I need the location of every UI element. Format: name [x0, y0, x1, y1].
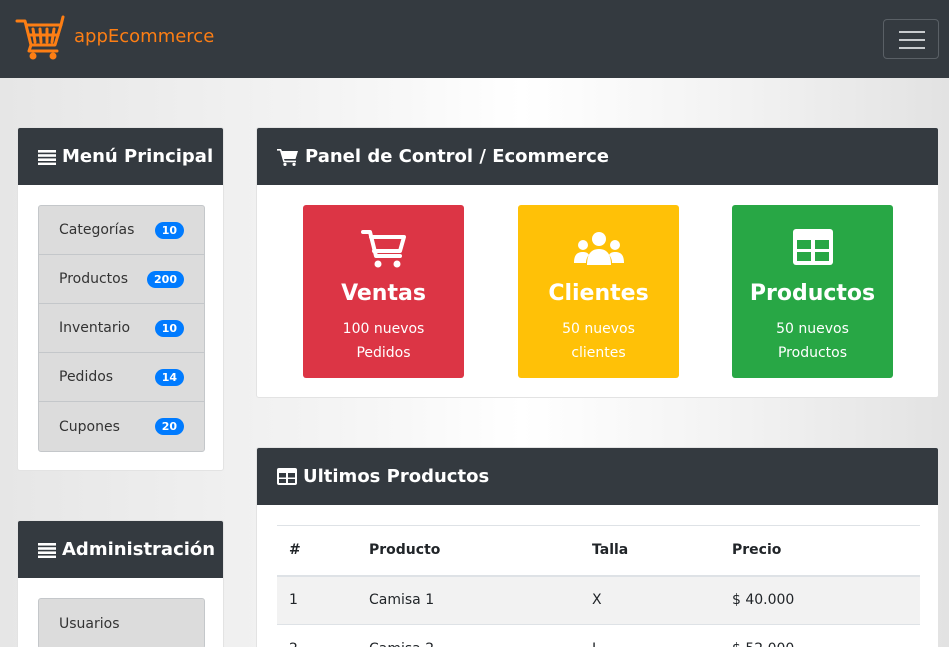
- table-cell: Camisa 1: [357, 575, 580, 625]
- panel-control-header: Panel de Control / Ecommerce: [257, 128, 938, 185]
- sidebar-item-label: Usuarios: [59, 615, 120, 632]
- stat-title: Ventas: [341, 281, 426, 306]
- hamburger-menu-icon: [899, 31, 925, 33]
- ventas-stat-card[interactable]: Ventas 100 nuevos Pedidos: [303, 205, 464, 378]
- count-badge: 10: [154, 319, 184, 337]
- brand-name[interactable]: appEcommerce: [74, 26, 214, 47]
- top-navbar: appEcommerce: [0, 0, 949, 78]
- stat-description: 100 nuevos Pedidos: [342, 321, 425, 361]
- count-badge: 200: [147, 270, 184, 288]
- administracion-header: Administración: [18, 521, 223, 578]
- navbar-toggler-button[interactable]: [883, 19, 939, 59]
- table-cell: $ 40.000: [720, 575, 920, 625]
- administracion-title: Administración: [62, 539, 216, 560]
- shopping-cart-icon: [277, 148, 299, 166]
- ultimos-productos-title: Ultimos Productos: [303, 466, 490, 487]
- sidebar-item-productos[interactable]: Productos 200: [39, 255, 204, 304]
- menu-principal-title: Menú Principal: [62, 146, 214, 167]
- stat-description: 50 nuevos clientes: [562, 321, 635, 361]
- sidebar-item-inventario[interactable]: Inventario 10: [39, 304, 204, 353]
- sidebar-item-categorias[interactable]: Categorías 10: [39, 206, 204, 255]
- column-header: Precio: [720, 525, 920, 577]
- productos-table: # Producto Talla Precio 1 Camisa 1 X $ 4…: [277, 525, 920, 647]
- column-header: #: [277, 525, 357, 577]
- stat-title: Clientes: [548, 281, 649, 306]
- sidebar-item-label: Categorías: [59, 222, 135, 238]
- sidebar-item-usuarios[interactable]: Usuarios: [39, 599, 204, 647]
- ultimos-productos-card: Ultimos Productos # Producto Talla Preci…: [256, 447, 939, 647]
- table-row[interactable]: 2 Camisa 2 L $ 52.000: [277, 624, 920, 647]
- menu-principal-list: Categorías 10 Productos 200 Inventario 1…: [38, 205, 205, 452]
- table-icon: [732, 229, 893, 265]
- panel-control-card: Panel de Control / Ecommerce Ventas 100 …: [256, 127, 939, 398]
- sidebar-item-cupones[interactable]: Cupones 20: [39, 402, 204, 451]
- table-row[interactable]: 1 Camisa 1 X $ 40.000: [277, 575, 920, 625]
- users-icon: [518, 229, 679, 269]
- count-badge: 10: [154, 221, 184, 239]
- administracion-card: Administración Usuarios: [17, 520, 224, 647]
- stat-title: Productos: [749, 281, 876, 306]
- administracion-list: Usuarios: [38, 598, 205, 647]
- shopping-cart-icon: [303, 229, 464, 269]
- table-cell: 1: [277, 575, 357, 625]
- sidebar-item-label: Pedidos: [59, 369, 114, 385]
- count-badge: 14: [154, 368, 184, 386]
- clientes-stat-card[interactable]: Clientes 50 nuevos clientes: [518, 205, 679, 378]
- shopping-cart-icon[interactable]: [15, 15, 65, 61]
- menu-principal-card: Menú Principal Categorías 10 Productos 2…: [17, 127, 224, 471]
- list-icon: [38, 149, 56, 165]
- ultimos-productos-header: Ultimos Productos: [257, 448, 938, 505]
- table-cell: $ 52.000: [720, 624, 920, 647]
- column-header: Producto: [357, 525, 580, 577]
- list-icon: [38, 542, 56, 558]
- sidebar-item-label: Inventario: [59, 320, 131, 336]
- table-cell: L: [580, 624, 720, 647]
- table-cell: Camisa 2: [357, 624, 580, 647]
- sidebar-item-label: Productos: [59, 271, 129, 287]
- productos-stat-card[interactable]: Productos 50 nuevos Productos: [732, 205, 893, 378]
- panel-control-title: Panel de Control / Ecommerce: [305, 146, 609, 167]
- menu-principal-header: Menú Principal: [18, 128, 223, 185]
- table-icon: [277, 468, 297, 485]
- stat-description: 50 nuevos Productos: [776, 321, 849, 361]
- table-cell: 2: [277, 624, 357, 647]
- column-header: Talla: [580, 525, 720, 577]
- sidebar-item-label: Cupones: [59, 418, 120, 435]
- table-header-row: # Producto Talla Precio: [277, 525, 920, 577]
- count-badge: 20: [154, 418, 184, 435]
- sidebar-item-pedidos[interactable]: Pedidos 14: [39, 353, 204, 402]
- table-cell: X: [580, 575, 720, 625]
